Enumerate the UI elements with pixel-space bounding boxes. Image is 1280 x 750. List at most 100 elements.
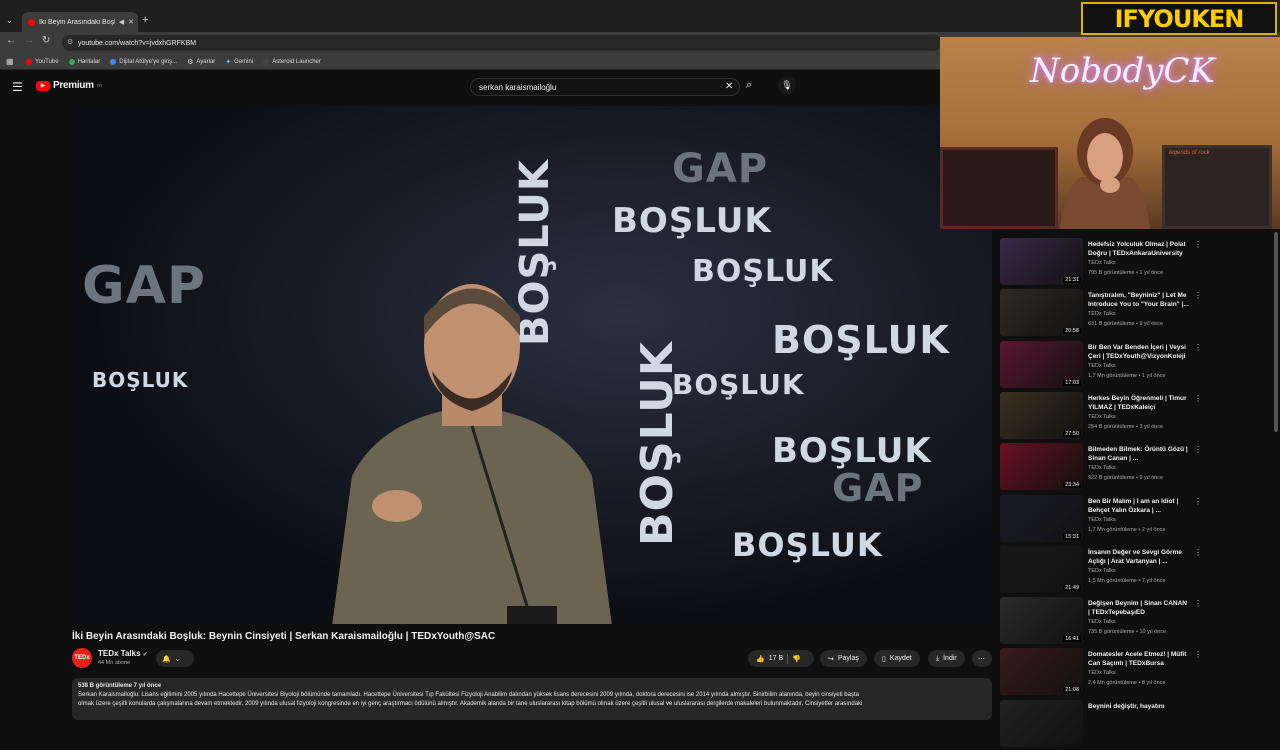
bookmark-asteroid[interactable]: Asteroid Launcher xyxy=(263,58,321,65)
video-player[interactable]: BOŞLUK BOŞLUK BOŞLUK BOŞLUK BOŞLUK BOŞLU… xyxy=(72,106,992,624)
recommendation-item[interactable]: 21:31 Hedefsiz Yolculuk Olmaz | Polat Doğ… xyxy=(1000,238,1280,288)
recommendation-channel[interactable]: TEDx Talks xyxy=(1088,363,1116,369)
recommendation-item[interactable]: 21:08 Domatesler Acele Etmez! | Müfit Can… xyxy=(1000,648,1280,698)
duration-badge: 27:50 xyxy=(1063,431,1081,437)
search-icon[interactable]: ⌕ xyxy=(746,79,752,92)
recommendation-title[interactable]: İnsanın Değer ve Sevgi Görme Açlığı | Ar… xyxy=(1088,548,1190,566)
youtube-logo[interactable]: ▶ Premium TR xyxy=(36,80,102,91)
recommendation-channel[interactable]: TEDx Talks xyxy=(1088,670,1116,676)
video-thumbnail[interactable]: 21:08 xyxy=(1000,648,1083,695)
clear-search-icon[interactable]: ✕ xyxy=(725,81,733,92)
dislike-icon: 👎 xyxy=(792,655,801,663)
download-button[interactable]: ⤓ İndir xyxy=(928,650,965,667)
address-bar[interactable]: ⚙ youtube.com/watch?v=jvdxhGRFKBM xyxy=(62,35,942,51)
recommendation-channel[interactable]: TEDx Talks xyxy=(1088,619,1116,625)
bg-word: GAP xyxy=(82,256,207,316)
bg-word: BOŞLUK xyxy=(92,368,189,392)
recommendation-channel[interactable]: TEDx Talks xyxy=(1088,465,1116,471)
recommendation-meta: 254 B görüntüleme • 3 yıl önce xyxy=(1088,424,1163,430)
back-icon[interactable]: ← xyxy=(6,35,16,46)
speaker-figure xyxy=(332,284,612,624)
video-thumbnail[interactable]: 21:49 xyxy=(1000,546,1083,593)
brand-logo: IFYOUKEN xyxy=(1081,2,1277,35)
recommendation-title[interactable]: Tanıştıralım, "Beyniniz" | Let Me Introd… xyxy=(1088,291,1190,309)
recommendation-title[interactable]: Beynini değiştir, hayatını xyxy=(1088,702,1190,711)
more-icon: ⋯ xyxy=(978,655,985,663)
more-options-icon[interactable]: ⋮ xyxy=(1194,394,1202,403)
recommendation-item[interactable]: 27:50 Herkes Beyin Öğrenmeli | Timur YILM… xyxy=(1000,392,1280,442)
channel-name[interactable]: TEDx Talks ✔ xyxy=(98,649,148,658)
apps-icon[interactable]: ▦ xyxy=(6,57,14,66)
search-input[interactable]: serkan karaismailoğlu ✕ xyxy=(470,78,740,96)
description-box[interactable]: 538 B görüntüleme 7 yıl önce Serkan Kara… xyxy=(72,678,992,720)
video-thumbnail[interactable]: 27:50 xyxy=(1000,392,1083,439)
more-options-icon[interactable]: ⋮ xyxy=(1194,240,1202,249)
save-button[interactable]: ▯ Kaydet xyxy=(874,650,920,667)
more-options-icon[interactable]: ⋮ xyxy=(1194,497,1202,506)
recommendation-title[interactable]: Herkes Beyin Öğrenmeli | Timur YILMAZ | … xyxy=(1088,394,1190,412)
recommendation-title[interactable]: Değişen Beynim | Sinan CANAN | TEDxTepeb… xyxy=(1088,599,1190,617)
more-options-icon[interactable]: ⋮ xyxy=(1194,445,1202,454)
recommendation-channel[interactable]: TEDx Talks xyxy=(1088,311,1116,317)
recommendation-item[interactable]: 20:58 Tanıştıralım, "Beyniniz" | Let Me I… xyxy=(1000,289,1280,339)
recommendation-channel[interactable]: TEDx Talks xyxy=(1088,414,1116,420)
more-actions-button[interactable]: ⋯ xyxy=(972,650,992,667)
more-options-icon[interactable]: ⋮ xyxy=(1194,599,1202,608)
more-options-icon[interactable]: ⋮ xyxy=(1194,650,1202,659)
gear-icon: ⚙ xyxy=(187,58,194,66)
video-thumbnail[interactable] xyxy=(1000,700,1083,747)
reload-icon[interactable]: ↻ xyxy=(42,35,50,46)
bg-word: BOŞLUK xyxy=(672,368,805,401)
video-title: İki Beyin Arasındaki Boşluk: Beynin Cins… xyxy=(72,631,496,642)
bookmark-settings[interactable]: ⚙ Ayarlar xyxy=(187,58,215,66)
forward-icon[interactable]: → xyxy=(24,35,34,46)
duration-badge: 20:58 xyxy=(1063,328,1081,334)
tab-list-icon[interactable]: ⌄ xyxy=(6,16,13,25)
recommendation-meta: 922 B görüntüleme • 9 yıl önce xyxy=(1088,475,1163,481)
recommendation-channel[interactable]: TEDx Talks xyxy=(1088,568,1116,574)
more-options-icon[interactable]: ⋮ xyxy=(1194,291,1202,300)
video-thumbnail[interactable]: 21:31 xyxy=(1000,238,1083,285)
recommendation-channel[interactable]: TEDx Talks xyxy=(1088,260,1116,266)
microphone-icon[interactable]: 🎙 xyxy=(778,76,796,94)
recommendation-item[interactable]: 23:34 Bilmeden Bilmek: Örüntü Gözü | Sina… xyxy=(1000,443,1280,493)
tab-audio-icon[interactable]: ◀ xyxy=(119,18,124,26)
bookmark-dijital-atolye[interactable]: Dijital Atölye'ye giriş... xyxy=(110,58,177,65)
share-button[interactable]: ↪ Paylaş xyxy=(820,650,867,667)
google-icon xyxy=(110,58,117,65)
video-thumbnail[interactable]: 20:58 xyxy=(1000,289,1083,336)
duration-badge: 16:41 xyxy=(1063,636,1081,642)
site-info-icon[interactable]: ⚙ xyxy=(67,38,73,46)
description-text: olmak üzere çeşitli konularda çalışmalar… xyxy=(78,701,863,707)
subscribe-bell-button[interactable]: 🔔 ⌄ xyxy=(156,650,194,667)
recommendation-title[interactable]: Bilmeden Bilmek: Örüntü Gözü | Sinan Can… xyxy=(1088,445,1190,463)
more-options-icon[interactable]: ⋮ xyxy=(1194,548,1202,557)
new-tab-button[interactable]: + xyxy=(142,14,148,26)
more-options-icon[interactable]: ⋮ xyxy=(1194,343,1202,352)
streamer-figure xyxy=(1060,118,1150,229)
recommendation-item[interactable]: 16:41 Değişen Beynim | Sinan CANAN | TEDx… xyxy=(1000,597,1280,647)
recommendation-item[interactable]: 21:49 İnsanın Değer ve Sevgi Görme Açlığı… xyxy=(1000,546,1280,596)
recommendation-channel[interactable]: TEDx Talks xyxy=(1088,517,1116,523)
video-thumbnail[interactable]: 17:03 xyxy=(1000,341,1083,388)
recommendation-title[interactable]: Ben Bir Malım | I am an Idiot | Behçet Y… xyxy=(1088,497,1190,515)
recommendation-item[interactable]: Beynini değiştir, hayatını⋮ xyxy=(1000,700,1280,750)
channel-avatar[interactable]: TEDx xyxy=(72,648,92,668)
bookmark-maps[interactable]: Haritalar xyxy=(68,58,100,65)
video-thumbnail[interactable]: 15:31 xyxy=(1000,495,1083,542)
recommendation-item[interactable]: 15:31 Ben Bir Malım | I am an Idiot | Beh… xyxy=(1000,495,1280,545)
like-dislike-button[interactable]: 👍 17 B 👎 xyxy=(748,650,814,667)
video-thumbnail[interactable]: 16:41 xyxy=(1000,597,1083,644)
recommendation-title[interactable]: Domatesler Acele Etmez! | Müfit Can Saçı… xyxy=(1088,650,1190,668)
bookmark-icon: ▯ xyxy=(882,655,886,663)
video-thumbnail[interactable]: 23:34 xyxy=(1000,443,1083,490)
scrollbar[interactable] xyxy=(1274,232,1278,432)
menu-icon[interactable]: ☰ xyxy=(12,80,23,94)
browser-tab[interactable]: İki Beyin Arasındaki Boşluk: ◀ ✕ xyxy=(22,12,138,32)
recommendation-title[interactable]: Hedefsiz Yolculuk Olmaz | Polat Doğru | … xyxy=(1088,240,1190,258)
recommendation-title[interactable]: Bir Ben Var Benden İçeri | Veysi Çeri | … xyxy=(1088,343,1190,361)
bookmark-youtube[interactable]: YouTube xyxy=(26,58,59,65)
bookmark-gemini[interactable]: ✦ Gemini xyxy=(225,58,253,66)
recommendation-item[interactable]: 17:03 Bir Ben Var Benden İçeri | Veysi Çe… xyxy=(1000,341,1280,391)
tab-close-icon[interactable]: ✕ xyxy=(128,18,138,26)
